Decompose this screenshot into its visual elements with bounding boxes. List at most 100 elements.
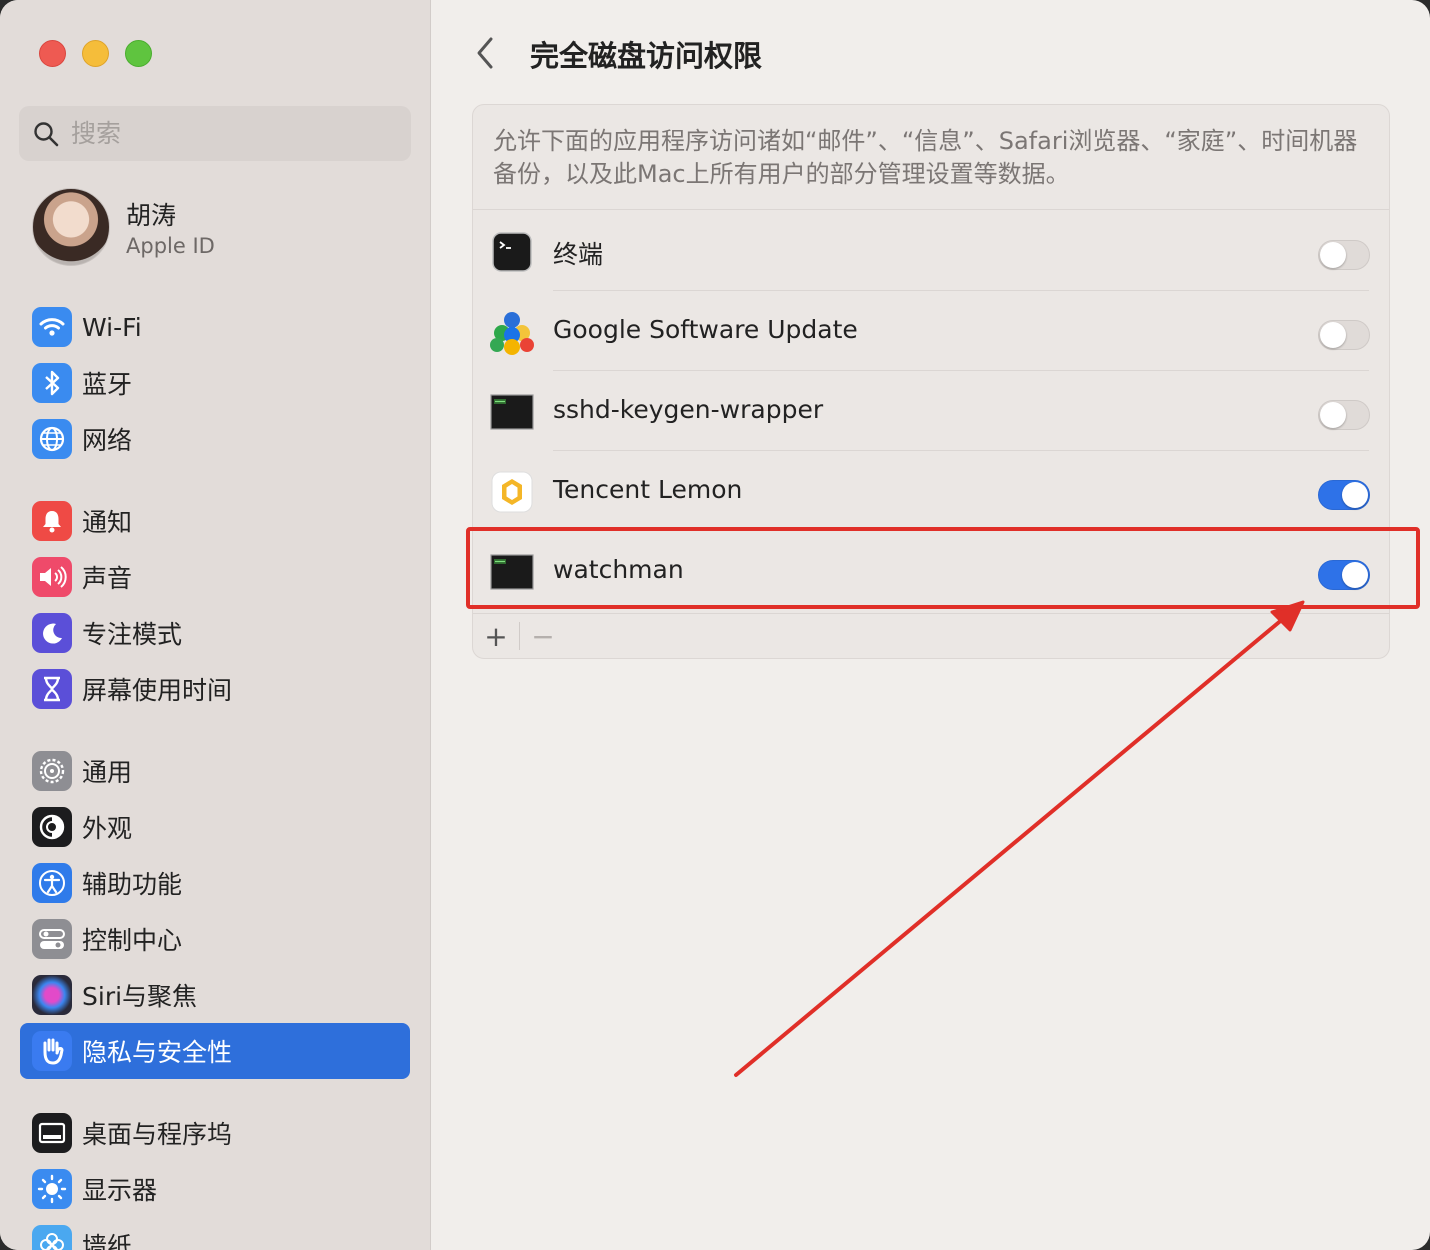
sidebar-group-network: Wi-Fi 蓝牙 网络	[20, 299, 410, 467]
sidebar-item-label: 网络	[82, 426, 133, 455]
app-name: 终端	[553, 240, 604, 269]
exec-icon	[490, 394, 534, 430]
app-row-google-software-update: Google Software Update	[473, 291, 1389, 371]
sidebar-item-label: 辅助功能	[82, 870, 183, 899]
sidebar-item-general[interactable]: 通用	[20, 743, 410, 799]
profile-subtitle: Apple ID	[126, 234, 215, 258]
control-center-icon	[32, 919, 72, 959]
sidebar-item-wifi[interactable]: Wi-Fi	[20, 299, 410, 355]
bell-icon	[32, 501, 72, 541]
sidebar-item-screen-time[interactable]: 屏幕使用时间	[20, 661, 410, 717]
sidebar-item-label: 专注模式	[82, 620, 183, 649]
settings-window: 胡涛 Apple ID Wi-Fi 蓝牙 网络	[0, 0, 1430, 1250]
toggle-knob	[1320, 322, 1346, 348]
sidebar-item-appearance[interactable]: 外观	[20, 799, 410, 855]
search-input[interactable]	[69, 118, 393, 149]
sidebar-item-label: 通知	[82, 508, 133, 537]
sidebar-item-notifications[interactable]: 通知	[20, 493, 410, 549]
zoom-button[interactable]	[125, 40, 152, 67]
appearance-icon	[32, 807, 72, 847]
app-row-tencent-lemon: Tencent Lemon	[473, 451, 1389, 531]
remove-app-button[interactable]: −	[520, 614, 566, 658]
speaker-icon	[32, 557, 72, 597]
gear-icon	[32, 751, 72, 791]
terminal-icon	[492, 232, 532, 272]
profile-name: 胡涛	[126, 201, 177, 230]
panel-description: 允许下面的应用程序访问诸如“邮件”、“信息”、Safari浏览器、“家庭”、时间…	[493, 127, 1358, 188]
access-toggle[interactable]	[1318, 480, 1370, 510]
add-remove-bar: + −	[473, 613, 1389, 658]
sidebar-item-desktop-dock[interactable]: 桌面与程序坞	[20, 1105, 410, 1161]
sidebar-item-label: 声音	[82, 564, 133, 593]
access-toggle[interactable]	[1318, 240, 1370, 270]
apple-id-profile[interactable]: 胡涛 Apple ID	[32, 188, 215, 266]
exec-icon	[490, 554, 534, 590]
sidebar-item-focus[interactable]: 专注模式	[20, 605, 410, 661]
app-name: Tencent Lemon	[553, 475, 743, 504]
sidebar-item-label: 隐私与安全性	[82, 1038, 233, 1067]
moon-icon	[32, 613, 72, 653]
siri-icon	[32, 975, 72, 1015]
app-row-watchman: watchman	[473, 531, 1389, 611]
toggle-knob	[1342, 482, 1368, 508]
sidebar-item-label: 蓝牙	[82, 370, 133, 399]
google-software-update-icon	[490, 312, 534, 355]
toggle-knob	[1320, 402, 1346, 428]
app-list: 终端 Google Software Update sshd-keygen-wr…	[473, 211, 1389, 611]
sidebar-item-label: 桌面与程序坞	[82, 1120, 233, 1149]
divider	[473, 209, 1389, 210]
sidebar-item-label: 外观	[82, 814, 133, 843]
window-controls	[39, 40, 152, 67]
sidebar-item-siri[interactable]: Siri与聚焦	[20, 967, 410, 1023]
back-chevron-icon[interactable]	[471, 35, 501, 71]
tencent-lemon-icon	[491, 471, 533, 513]
sidebar-item-label: Siri与聚焦	[82, 982, 198, 1011]
sidebar-item-label: 墙纸	[82, 1232, 133, 1250]
close-button[interactable]	[39, 40, 66, 67]
avatar	[32, 188, 110, 266]
sidebar-group-notifications: 通知 声音 专注模式 屏幕使用时间	[20, 493, 410, 717]
sidebar-item-displays[interactable]: 显示器	[20, 1161, 410, 1217]
access-toggle[interactable]	[1318, 560, 1370, 590]
sidebar-group-general: 通用 外观 辅助功能 控制中心 Siri与聚焦 隐私与安全性	[20, 743, 410, 1079]
wifi-icon	[32, 307, 72, 347]
access-toggle[interactable]	[1318, 320, 1370, 350]
sidebar-item-label: 屏幕使用时间	[82, 676, 233, 705]
sidebar: 胡涛 Apple ID Wi-Fi 蓝牙 网络	[0, 0, 431, 1250]
app-name: watchman	[553, 555, 684, 584]
dock-icon	[32, 1113, 72, 1153]
sidebar-item-label: 控制中心	[82, 926, 183, 955]
sidebar-item-privacy-security[interactable]: 隐私与安全性	[20, 1023, 410, 1079]
sidebar-item-bluetooth[interactable]: 蓝牙	[20, 355, 410, 411]
toggle-knob	[1320, 242, 1346, 268]
minimize-button[interactable]	[82, 40, 109, 67]
app-name: Google Software Update	[553, 315, 858, 344]
full-disk-access-panel: 允许下面的应用程序访问诸如“邮件”、“信息”、Safari浏览器、“家庭”、时间…	[472, 104, 1390, 659]
toggle-knob	[1342, 562, 1368, 588]
main-content: 完全磁盘访问权限 允许下面的应用程序访问诸如“邮件”、“信息”、Safari浏览…	[431, 0, 1430, 1250]
sidebar-group-desktop: 桌面与程序坞 显示器 墙纸	[20, 1105, 410, 1250]
page-title: 完全磁盘访问权限	[530, 39, 763, 73]
sidebar-item-label: 显示器	[82, 1176, 158, 1205]
globe-icon	[32, 419, 72, 459]
hand-icon	[32, 1031, 72, 1071]
add-app-button[interactable]: +	[473, 614, 519, 658]
app-row-sshd-keygen-wrapper: sshd-keygen-wrapper	[473, 371, 1389, 451]
hourglass-icon	[32, 669, 72, 709]
app-name: sshd-keygen-wrapper	[553, 395, 824, 424]
sidebar-item-accessibility[interactable]: 辅助功能	[20, 855, 410, 911]
sidebar-item-network[interactable]: 网络	[20, 411, 410, 467]
accessibility-icon	[32, 863, 72, 903]
sidebar-item-label: 通用	[82, 758, 133, 787]
sun-icon	[32, 1169, 72, 1209]
bluetooth-icon	[32, 363, 72, 403]
wallpaper-icon	[32, 1225, 72, 1250]
sidebar-item-wallpaper[interactable]: 墙纸	[20, 1217, 410, 1250]
search-field[interactable]	[19, 106, 411, 161]
sidebar-item-label: Wi-Fi	[82, 312, 142, 342]
search-icon	[34, 121, 59, 146]
sidebar-item-control-center[interactable]: 控制中心	[20, 911, 410, 967]
access-toggle[interactable]	[1318, 400, 1370, 430]
sidebar-item-sound[interactable]: 声音	[20, 549, 410, 605]
app-row-terminal: 终端	[473, 211, 1389, 291]
